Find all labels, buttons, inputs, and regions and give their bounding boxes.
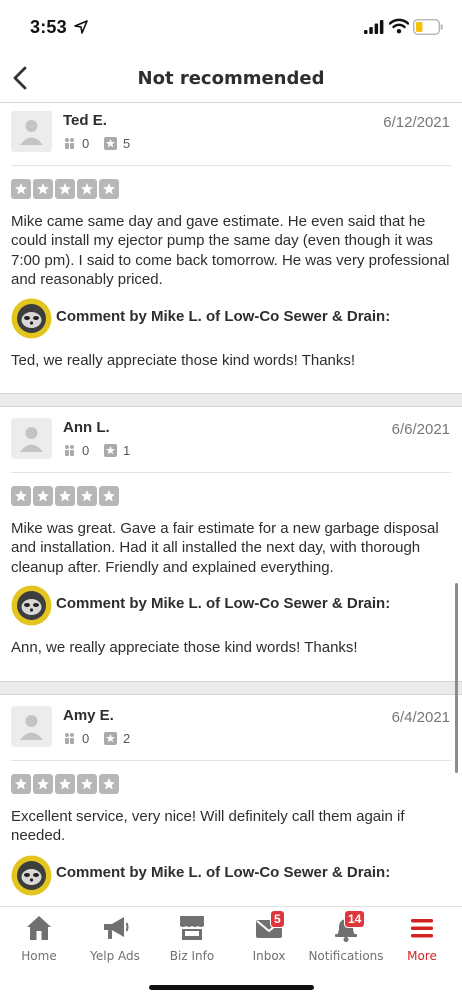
star-rating — [11, 179, 119, 199]
friend-count: 0 — [63, 443, 89, 458]
location-arrow-icon — [74, 20, 88, 34]
friend-count-value: 0 — [82, 731, 90, 746]
wifi-icon — [389, 18, 409, 34]
business-logo — [11, 585, 52, 626]
cellular-signal-icon — [364, 20, 384, 34]
divider — [11, 760, 451, 761]
review-count: 1 — [104, 443, 130, 458]
review-count-value: 2 — [123, 731, 131, 746]
business-comment-heading: Comment by Mike L. of Low-Co Sewer & Dra… — [56, 595, 391, 612]
default-user-icon — [20, 715, 43, 740]
status-time: 3:53 — [30, 17, 67, 37]
review-count: 5 — [104, 136, 130, 151]
business-reply-text: Ted, we really appreciate those kind wor… — [11, 352, 356, 369]
reviews-list[interactable]: Ted E. 0 5 6/12/2021 Mike came same day … — [0, 104, 462, 906]
friends-icon — [65, 138, 74, 149]
avatar[interactable] — [11, 706, 52, 747]
business-comment-heading: Comment by Mike L. of Low-Co Sewer & Dra… — [56, 308, 391, 325]
avatar[interactable] — [11, 418, 52, 459]
star-icon — [77, 774, 97, 794]
raccoon-logo-icon — [11, 585, 52, 626]
star-rating — [11, 486, 119, 506]
star-icon — [33, 774, 53, 794]
home-indicator[interactable] — [149, 985, 314, 990]
star-icon — [11, 774, 31, 794]
reviewer-name[interactable]: Ann L. — [63, 419, 110, 436]
menu-icon — [411, 919, 433, 938]
business-logo — [11, 298, 52, 339]
star-icon — [99, 486, 119, 506]
review-date: 6/12/2021 — [383, 114, 450, 131]
nav-bar: Not recommended — [0, 56, 462, 103]
friend-count: 0 — [63, 731, 89, 746]
divider — [11, 165, 451, 166]
friend-count-value: 0 — [82, 136, 90, 151]
tab-label: More — [407, 949, 437, 963]
star-rating — [11, 774, 119, 794]
inbox-badge: 5 — [270, 910, 285, 928]
star-icon — [33, 486, 53, 506]
friends-icon — [65, 733, 74, 744]
star-icon — [99, 774, 119, 794]
divider — [11, 472, 451, 473]
review-star-icon — [104, 732, 117, 745]
raccoon-logo-icon — [11, 298, 52, 339]
default-user-icon — [20, 427, 43, 452]
review-text: Mike came same day and gave estimate. He… — [11, 213, 450, 288]
default-user-icon — [20, 120, 43, 145]
star-icon — [11, 179, 31, 199]
friends-icon — [65, 445, 74, 456]
star-icon — [99, 179, 119, 199]
review-date: 6/6/2021 — [391, 421, 450, 438]
review-card: Amy E. 0 2 6/4/2021 Excellent service, v… — [0, 695, 462, 906]
review-separator — [0, 393, 462, 407]
tab-label: Notifications — [308, 949, 384, 963]
star-icon — [77, 179, 97, 199]
home-icon — [27, 916, 51, 940]
review-text: Excellent service, very nice! Will defin… — [11, 808, 405, 845]
review-date: 6/4/2021 — [391, 709, 450, 726]
review-star-icon — [104, 137, 117, 150]
notifications-badge: 14 — [344, 910, 366, 928]
review-separator — [0, 681, 462, 695]
avatar[interactable] — [11, 111, 52, 152]
megaphone-icon — [104, 917, 129, 939]
star-icon — [77, 486, 97, 506]
business-logo — [11, 855, 52, 896]
review-card: Ted E. 0 5 6/12/2021 Mike came same day … — [0, 104, 462, 393]
business-comment-heading: Comment by Mike L. of Low-Co Sewer & Dra… — [56, 864, 391, 881]
raccoon-logo-icon — [11, 855, 52, 896]
storefront-icon — [180, 916, 204, 940]
review-count-value: 1 — [123, 443, 131, 458]
status-bar: 3:53 — [0, 0, 462, 56]
review-star-icon — [104, 444, 117, 457]
friend-count-value: 0 — [82, 443, 90, 458]
scrollbar[interactable] — [455, 583, 458, 773]
tab-label: Home — [21, 949, 57, 963]
business-reply-text: Ann, we really appreciate those kind wor… — [11, 639, 358, 656]
friend-count: 0 — [63, 136, 89, 151]
review-text: Mike was great. Gave a fair estimate for… — [11, 520, 439, 576]
star-icon — [11, 486, 31, 506]
tab-more[interactable]: More — [377, 913, 462, 969]
tab-label: Biz Info — [169, 949, 215, 963]
review-count-value: 5 — [123, 136, 131, 151]
star-icon — [55, 774, 75, 794]
tab-label: Inbox — [252, 949, 286, 963]
battery-low-icon — [413, 19, 443, 35]
review-card: Ann L. 0 1 6/6/2021 Mike was great. Gave… — [0, 407, 462, 681]
tab-label: Yelp Ads — [90, 949, 140, 963]
star-icon — [55, 486, 75, 506]
reviewer-name[interactable]: Amy E. — [63, 707, 114, 724]
page-title: Not recommended — [137, 68, 325, 89]
star-icon — [33, 179, 53, 199]
reviewer-name[interactable]: Ted E. — [63, 112, 107, 129]
star-icon — [55, 179, 75, 199]
review-count: 2 — [104, 731, 130, 746]
